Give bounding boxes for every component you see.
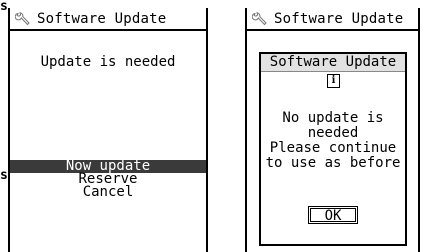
screen-title: Software Update: [274, 10, 404, 27]
update-options-menu: Now update Reserve Cancel: [10, 159, 206, 199]
wrench-icon: [252, 11, 267, 25]
update-prompt-screen: Software Update Update is needed Now upd…: [8, 8, 208, 252]
no-update-dialog: Software Update i No update is needed Pl…: [259, 52, 407, 246]
no-update-screen: Software Update Software Update i No upd…: [245, 8, 420, 252]
edge-fragment-middle: s: [0, 168, 8, 183]
ok-button[interactable]: OK: [308, 206, 358, 224]
dialog-title: Software Update: [261, 54, 405, 72]
title-bar: Software Update: [10, 8, 206, 31]
edge-fragment-top: s: [0, 0, 8, 14]
wrench-icon: [15, 11, 30, 25]
status-message: Update is needed: [40, 54, 176, 70]
screen-title: Software Update: [37, 10, 167, 27]
dialog-message: No update is needed Please continue to u…: [265, 110, 401, 171]
title-bar: Software Update: [247, 8, 418, 31]
info-icon: i: [327, 74, 340, 88]
menu-item-cancel[interactable]: Cancel: [10, 185, 206, 199]
